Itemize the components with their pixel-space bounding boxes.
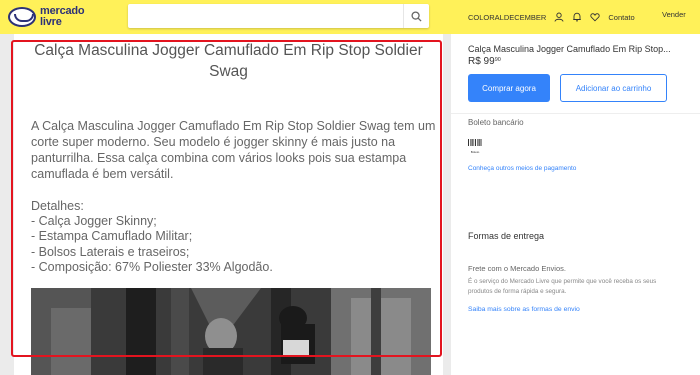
logo-text: mercado livre xyxy=(40,6,85,28)
buy-now-button[interactable]: Comprar agora xyxy=(468,74,550,102)
contact-link[interactable]: Contato xyxy=(608,13,634,22)
shipping-method: Frete com o Mercado Envios. xyxy=(468,264,566,273)
price-cents: 90 xyxy=(494,57,501,63)
shipping-card: Formas de entrega Frete com o Mercado En… xyxy=(451,205,700,375)
description-text: A Calça Masculina Jogger Camuflado Em Ri… xyxy=(31,118,436,276)
user-nav: COLORALDECEMBER Contato xyxy=(468,10,643,24)
bell-icon[interactable] xyxy=(572,12,582,22)
detail-item: - Estampa Camuflado Militar; xyxy=(31,229,193,244)
product-photo-image xyxy=(31,288,431,375)
sell-link[interactable]: Vender xyxy=(662,10,686,19)
mercado-livre-logo[interactable]: mercado livre xyxy=(8,2,104,32)
price-main: R$ 99 xyxy=(468,56,495,67)
favorites-icon[interactable] xyxy=(590,12,601,22)
detail-item: - Bolsos Laterais e traseiros; xyxy=(31,244,190,259)
shipping-description: É o serviço do Mercado Livre que permite… xyxy=(468,278,657,295)
product-photo xyxy=(31,288,431,375)
payment-methods-link[interactable]: Conheça outros meios de pagamento xyxy=(468,165,576,172)
detail-item: - Calça Jogger Skinny; xyxy=(31,214,157,228)
detail-item: - Composição: 67% Poliester 33% Algodão. xyxy=(31,260,273,275)
details-title: Detalhes: xyxy=(31,199,84,213)
product-description-card: Calça Masculina Jogger Camuflado Em Rip … xyxy=(14,34,443,375)
add-to-cart-button[interactable]: Adicionar ao carrinho xyxy=(560,74,667,102)
buy-box-title: Calça Masculina Jogger Camuflado Em Rip … xyxy=(468,44,671,54)
price: R$ 9990 xyxy=(468,56,501,67)
shipping-info-link[interactable]: Saiba mais sobre as formas de envio xyxy=(468,306,580,313)
barcode-caption: Boleto xyxy=(470,150,480,154)
product-title: Calça Masculina Jogger Camuflado Em Rip … xyxy=(34,42,423,80)
username-link[interactable]: COLORALDECEMBER xyxy=(468,13,546,22)
logo-line-2: livre xyxy=(40,16,62,28)
description-paragraph: A Calça Masculina Jogger Camuflado Em Ri… xyxy=(31,119,436,181)
handshake-icon xyxy=(8,7,36,27)
search-bar xyxy=(128,4,429,28)
barcode-icon: Boleto xyxy=(468,133,482,154)
search-icon xyxy=(411,10,422,22)
top-header: mercado livre COLORALDECEMBER Contato Ve… xyxy=(0,0,700,34)
buy-box: Calça Masculina Jogger Camuflado Em Rip … xyxy=(451,34,700,205)
shipping-title: Formas de entrega xyxy=(468,231,545,241)
search-button[interactable] xyxy=(403,4,429,28)
payment-method-label: Boleto bancário xyxy=(468,118,524,127)
divider xyxy=(451,113,700,114)
search-input[interactable] xyxy=(128,4,400,28)
user-icon[interactable] xyxy=(554,12,564,22)
